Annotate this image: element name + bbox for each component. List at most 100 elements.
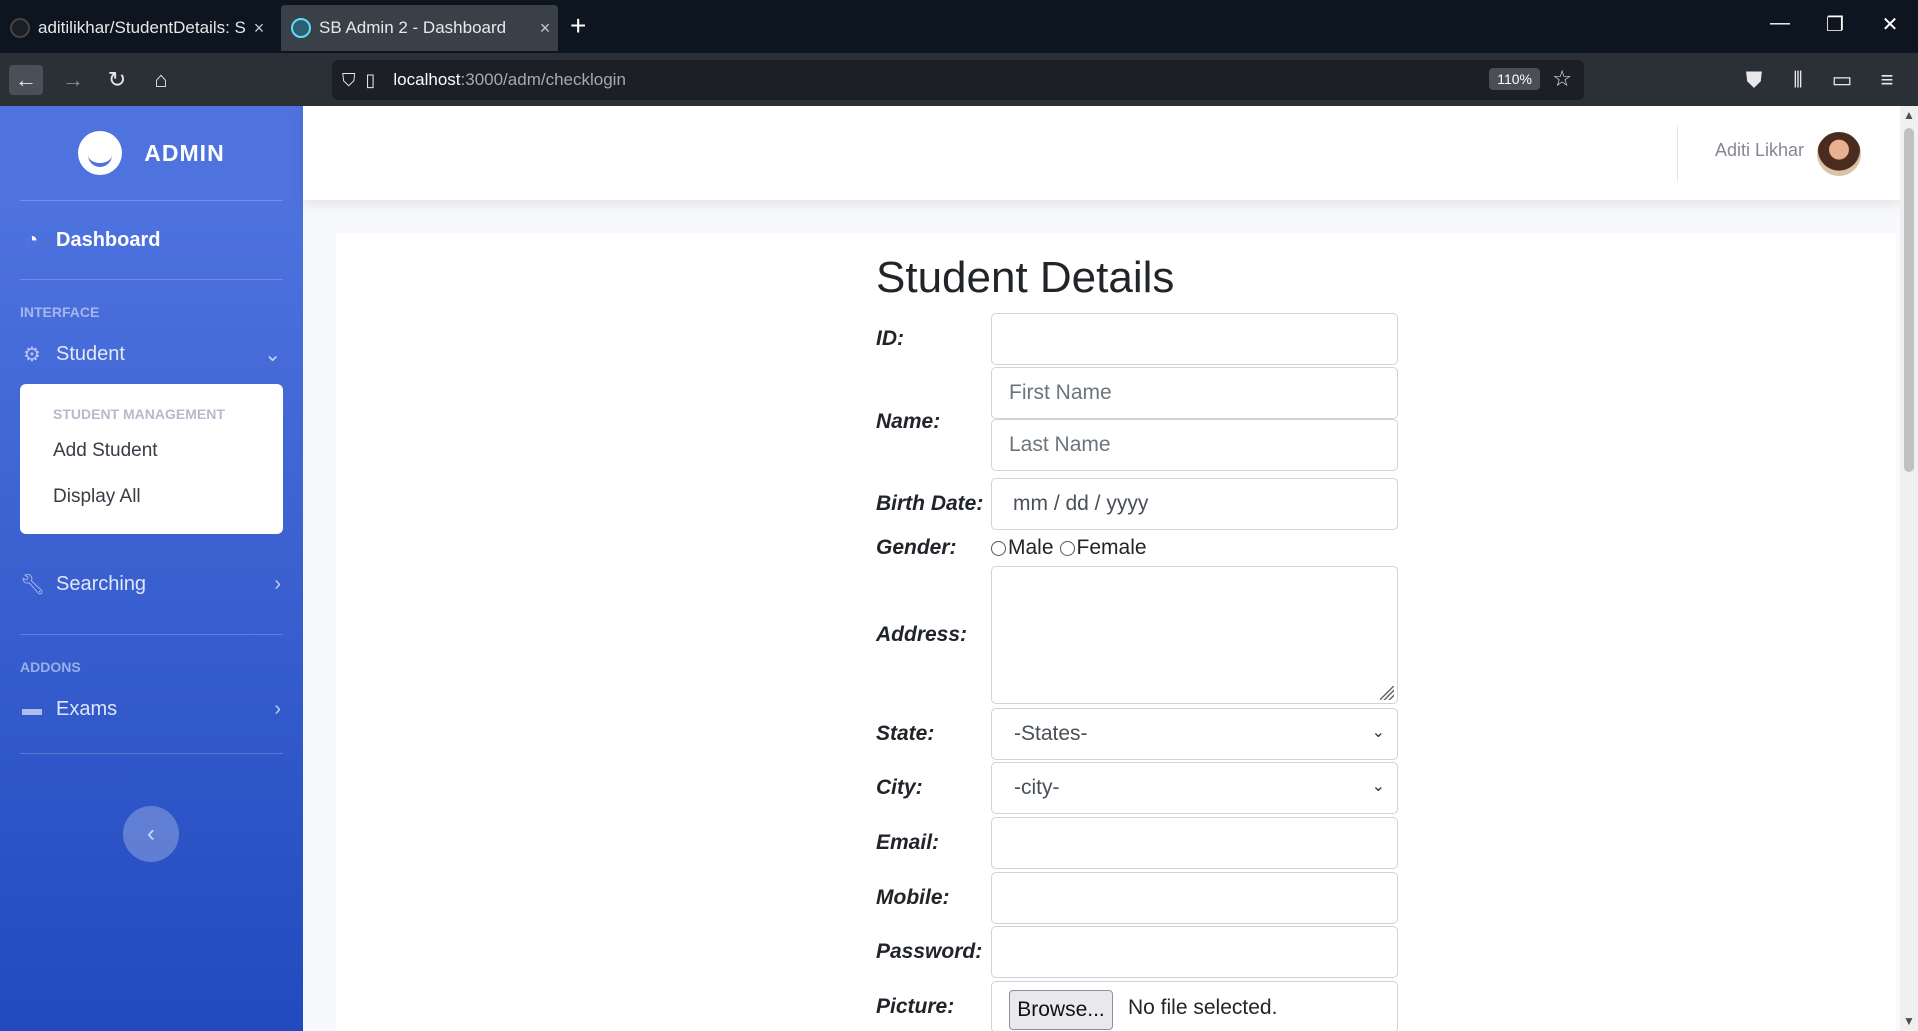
folder-icon: ▬: [22, 697, 42, 720]
topbar-divider: [1677, 126, 1678, 182]
sidebar-item-label: Dashboard: [56, 228, 161, 251]
reload-button[interactable]: ↻: [100, 65, 134, 95]
url-bar[interactable]: ⛉ ▯ localhost:3000/adm/checklogin 110% ☆: [332, 60, 1584, 100]
tab-close-icon[interactable]: ×: [246, 18, 272, 39]
laugh-wink-icon: [78, 131, 123, 175]
picture-row: Picture: Browse... No file selected.: [876, 981, 1398, 1031]
url-text[interactable]: localhost:3000/adm/checklogin: [393, 70, 626, 90]
tab-title: SB Admin 2 - Dashboard: [319, 18, 507, 37]
id-label: ID:: [876, 327, 904, 350]
tab-dashboard[interactable]: SB Admin 2 - Dashboard ×: [281, 5, 558, 51]
sidebar-item-dashboard[interactable]: ◔ Dashboard: [0, 201, 303, 279]
avatar[interactable]: [1817, 132, 1861, 176]
restore-button[interactable]: ❐: [1815, 12, 1855, 37]
github-icon: [10, 18, 30, 38]
home-button[interactable]: ⌂: [144, 65, 178, 95]
collapse-item-display-all[interactable]: Display All: [20, 474, 283, 520]
cog-icon: ⚙: [23, 343, 41, 366]
pocket-icon[interactable]: ⛊: [1737, 65, 1771, 95]
page-viewport: ADMIN ◔ Dashboard INTERFACE ⚙ Student ⌄ …: [0, 106, 1918, 1031]
page-scrollbar[interactable]: ▲ ▼: [1900, 106, 1918, 1031]
topbar: Aditi Likhar: [303, 106, 1900, 200]
email-row: Email:: [876, 817, 1398, 872]
password-label: Password:: [876, 940, 983, 963]
picture-file-input[interactable]: Browse... No file selected.: [991, 981, 1398, 1031]
file-status: No file selected.: [1128, 996, 1278, 1019]
gender-label: Gender:: [876, 536, 957, 559]
birth-date-field[interactable]: mm / dd / yyyy: [991, 478, 1398, 530]
sidebar-item-student[interactable]: ⚙ Student ⌄: [0, 328, 303, 380]
gender-row: Gender: Male Female: [876, 532, 1174, 566]
minimize-button[interactable]: —: [1760, 12, 1800, 35]
sidebar-item-label: Searching: [56, 572, 147, 595]
chevron-down-icon: ⌄: [264, 343, 281, 366]
state-label: State:: [876, 722, 935, 745]
close-window-button[interactable]: ✕: [1870, 12, 1910, 37]
email-field[interactable]: [991, 817, 1398, 869]
picture-label: Picture:: [876, 995, 955, 1018]
sidebar-heading-addons: ADDONS: [20, 659, 81, 675]
chevron-right-icon: ›: [274, 697, 281, 720]
scroll-thumb[interactable]: [1904, 128, 1914, 472]
name-row: Name: First Name Last Name: [876, 367, 1398, 478]
sidebar-item-label: Exams: [56, 697, 118, 720]
scroll-up-icon[interactable]: ▲: [1900, 108, 1918, 122]
tab-github[interactable]: aditilikhar/StudentDetails: Stude ×: [0, 5, 272, 51]
male-radio[interactable]: [991, 540, 1006, 556]
forward-button[interactable]: →: [56, 65, 90, 95]
sidebar-brand[interactable]: ADMIN: [0, 106, 303, 200]
library-icon[interactable]: ⫴: [1781, 65, 1815, 95]
new-tab-button[interactable]: +: [570, 10, 586, 42]
browser-tab-bar: aditilikhar/StudentDetails: Stude × SB A…: [0, 0, 1918, 53]
collapse-item-add-student[interactable]: Add Student: [20, 428, 283, 474]
sidebar-divider: [20, 634, 283, 635]
tachometer-icon: ◔: [25, 228, 39, 251]
chevron-right-icon: ›: [274, 572, 281, 595]
student-collapse-menu: STUDENT MANAGEMENT Add Student Display A…: [20, 384, 283, 534]
page-title: Student Details: [876, 253, 1175, 302]
first-name-field[interactable]: First Name: [991, 367, 1398, 419]
address-row: Address:: [876, 566, 1398, 708]
user-name[interactable]: Aditi Likhar: [1715, 140, 1804, 161]
birth-date-label: Birth Date:: [876, 492, 984, 515]
browser-nav-bar: ← → ↻ ⌂ ⛉ ▯ localhost:3000/adm/checklogi…: [0, 53, 1918, 106]
student-form: Student Details ID: Name: First Name Las…: [876, 253, 1398, 1031]
browse-button[interactable]: Browse...: [1009, 990, 1113, 1030]
address-textarea[interactable]: [991, 566, 1398, 704]
id-field[interactable]: [991, 313, 1398, 365]
mobile-field[interactable]: [991, 872, 1398, 924]
sidebar-item-label: Student: [56, 342, 125, 365]
address-label: Address:: [876, 623, 968, 646]
chevron-down-icon: ⌄: [1371, 778, 1385, 795]
wrench-icon: 🔧︎: [20, 573, 46, 596]
female-label[interactable]: Female: [1077, 536, 1147, 560]
resize-grip-icon[interactable]: [1380, 686, 1394, 700]
menu-icon[interactable]: ≡: [1870, 65, 1904, 95]
female-radio[interactable]: [1059, 540, 1075, 556]
state-select[interactable]: -States- ⌄: [991, 708, 1398, 760]
bookmark-star-icon[interactable]: ☆: [1552, 66, 1572, 92]
password-row: Password:: [876, 926, 1398, 981]
reader-view-icon[interactable]: ▭: [1825, 65, 1859, 95]
sidebar-divider: [20, 279, 283, 280]
collapse-heading: STUDENT MANAGEMENT: [53, 406, 225, 422]
id-row: ID:: [876, 313, 1398, 368]
sidebar-item-exams[interactable]: ▬ Exams ›: [0, 683, 303, 735]
zoom-level[interactable]: 110%: [1489, 68, 1540, 90]
tab-title: aditilikhar/StudentDetails: Stude: [38, 18, 246, 37]
male-label[interactable]: Male: [1008, 536, 1054, 560]
last-name-field[interactable]: Last Name: [991, 419, 1398, 471]
password-field[interactable]: [991, 926, 1398, 978]
city-select[interactable]: -city- ⌄: [991, 762, 1398, 814]
back-button[interactable]: ←: [9, 65, 43, 95]
react-icon: [291, 18, 311, 38]
name-label: Name:: [876, 410, 941, 433]
tab-close-icon[interactable]: ×: [532, 18, 558, 39]
email-label: Email:: [876, 831, 940, 854]
brand-text: ADMIN: [144, 139, 225, 166]
scroll-down-icon[interactable]: ▼: [1900, 1014, 1918, 1028]
shield-icon[interactable]: ⛉: [342, 70, 356, 91]
sidebar-item-searching[interactable]: 🔧︎ Searching ›: [0, 534, 303, 634]
city-row: City: -city- ⌄: [876, 762, 1398, 817]
sidebar-toggle-button[interactable]: ‹: [123, 806, 179, 862]
